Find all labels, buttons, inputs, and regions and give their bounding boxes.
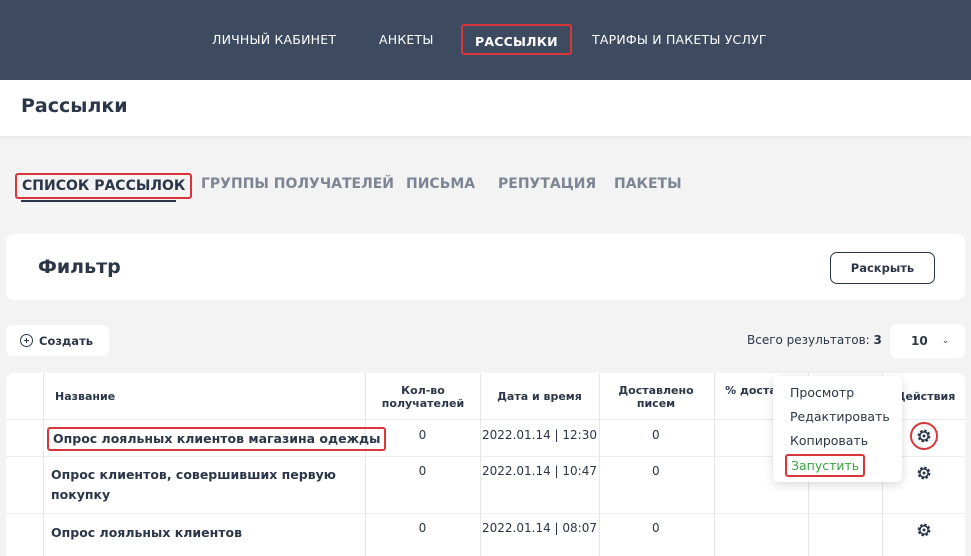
- plus-circle-icon: [20, 334, 33, 347]
- header-datetime[interactable]: Дата и время: [480, 390, 599, 403]
- table-cell-datetime: 2022.01.14 | 08:07: [482, 521, 597, 535]
- header-name[interactable]: Название: [55, 390, 115, 403]
- tab-mailing-list[interactable]: СПИСОК РАССЫЛОК: [15, 173, 193, 199]
- gear-icon[interactable]: [915, 521, 933, 539]
- filter-title: Фильтр: [38, 256, 121, 278]
- table-cell-recipients: 0: [418, 464, 427, 478]
- gear-icon[interactable]: [915, 464, 933, 482]
- create-button-label: Создать: [39, 333, 94, 348]
- table-row-name[interactable]: Опрос клиентов, совершивших первую покуп…: [51, 465, 351, 505]
- actions-menu: Просмотр Редактировать Копировать Запуст…: [773, 376, 902, 482]
- nav-item-tariffs[interactable]: ТАРИФЫ И ПАКЕТЫ УСЛУГ: [592, 24, 767, 55]
- table-cell-datetime: 2022.01.14 | 12:30: [482, 428, 597, 442]
- page-header: Рассылки: [0, 80, 971, 136]
- tab-packages[interactable]: ПАКЕТЫ: [614, 173, 682, 199]
- nav-item-personal-account[interactable]: ЛИЧНЫЙ КАБИНЕТ: [212, 24, 336, 55]
- tab-reputation[interactable]: РЕПУТАЦИЯ: [498, 173, 596, 199]
- active-tab-underline: [21, 200, 176, 202]
- table-cell-datetime: 2022.01.14 | 10:47: [482, 464, 597, 478]
- table-cell-recipients: 0: [418, 428, 427, 442]
- table-row-name[interactable]: Опрос лояльных клиентов магазина одежды: [47, 427, 387, 451]
- table-cell-delivered: 0: [652, 428, 660, 442]
- tab-recipient-groups[interactable]: ГРУППЫ ПОЛУЧАТЕЛЕЙ: [201, 173, 394, 199]
- column-divider: [714, 373, 715, 556]
- results-label: Всего результатов:: [747, 333, 870, 347]
- page-title: Рассылки: [21, 95, 128, 117]
- table-cell-recipients: 0: [418, 521, 427, 535]
- menu-item-edit[interactable]: Редактировать: [790, 409, 890, 424]
- per-page-value: 10: [911, 334, 928, 348]
- per-page-select[interactable]: 10 ⌄: [890, 324, 965, 358]
- menu-item-copy[interactable]: Копировать: [790, 433, 868, 448]
- results-number: 3: [873, 333, 882, 347]
- top-navigation: ЛИЧНЫЙ КАБИНЕТ АНКЕТЫ РАССЫЛКИ ТАРИФЫ И …: [0, 0, 971, 80]
- create-button[interactable]: Создать: [6, 325, 109, 356]
- expand-filter-button[interactable]: Раскрыть: [830, 252, 935, 284]
- header-recipients[interactable]: Кол-во получателей: [378, 384, 468, 410]
- tab-letters[interactable]: ПИСЬМА: [406, 173, 475, 199]
- column-divider: [43, 373, 44, 556]
- filter-panel: Фильтр Раскрыть: [6, 234, 965, 300]
- table-row-name[interactable]: Опрос лояльных клиентов: [51, 523, 242, 543]
- nav-item-mailings[interactable]: РАССЫЛКИ: [461, 24, 572, 55]
- table-cell-delivered: 0: [652, 464, 660, 478]
- menu-item-view[interactable]: Просмотр: [790, 385, 854, 400]
- menu-item-run[interactable]: Запустить: [785, 454, 866, 477]
- chevron-down-icon: ⌄: [941, 336, 950, 346]
- gear-icon[interactable]: [915, 427, 933, 445]
- table-cell-delivered: 0: [652, 521, 660, 535]
- header-delivered[interactable]: Доставлено писем: [610, 384, 702, 410]
- results-count: Всего результатов: 3: [747, 333, 882, 347]
- row-divider: [6, 513, 965, 514]
- nav-item-questionnaires[interactable]: АНКЕТЫ: [379, 24, 434, 55]
